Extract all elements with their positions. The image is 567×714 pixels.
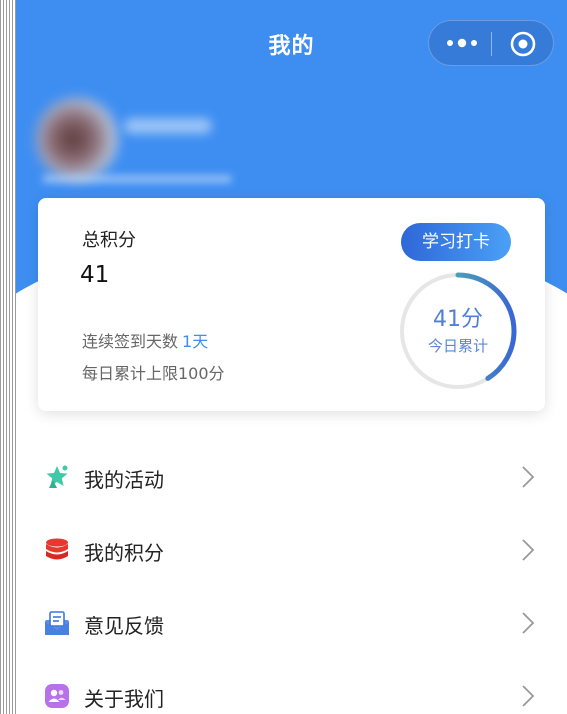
app-screen: 我的 总积分 41 连续签到天数 1天 每日累计上限100分 学习打卡 41分 … — [16, 0, 567, 714]
more-dots-icon[interactable] — [445, 34, 479, 52]
about-us-icon — [45, 684, 69, 708]
checkin-button[interactable]: 学习打卡 — [401, 223, 511, 261]
chevron-right-icon — [522, 612, 535, 634]
menu-item-my-activities[interactable]: 我的活动 — [16, 440, 567, 513]
total-points-value: 41 — [80, 262, 110, 288]
menu-item-label: 我的活动 — [84, 468, 164, 492]
menu-item-label: 关于我们 — [84, 687, 164, 711]
menu-item-label: 意见反馈 — [84, 614, 164, 638]
window-edge — [0, 0, 16, 714]
mini-program-capsule — [428, 20, 554, 66]
menu-item-label: 我的积分 — [84, 541, 164, 565]
user-id-redacted — [42, 175, 232, 183]
total-points-title: 总积分 — [82, 230, 136, 251]
points-card: 总积分 41 连续签到天数 1天 每日累计上限100分 学习打卡 41分 今日累计 — [38, 198, 545, 411]
feedback-mail-icon — [45, 611, 69, 635]
today-points-value: 41分 — [433, 307, 483, 332]
menu-item-about-us[interactable]: 关于我们 — [16, 659, 567, 714]
capsule-divider — [491, 32, 492, 56]
streak-label: 连续签到天数 — [82, 332, 179, 351]
chevron-right-icon — [522, 466, 535, 488]
chevron-right-icon — [522, 539, 535, 561]
today-points-label: 今日累计 — [427, 337, 488, 355]
checkin-streak: 连续签到天数 1天 — [82, 328, 208, 352]
menu-item-feedback[interactable]: 意见反馈 — [16, 586, 567, 659]
avatar[interactable] — [36, 98, 118, 180]
star-badge-icon — [46, 465, 68, 488]
daily-limit-text: 每日累计上限100分 — [82, 364, 225, 383]
menu-item-my-points[interactable]: 我的积分 — [16, 513, 567, 586]
nickname-redacted — [124, 118, 212, 134]
mini-program-close-icon[interactable] — [509, 30, 537, 58]
coin-stack-icon — [46, 538, 68, 560]
streak-days: 1天 — [182, 332, 209, 351]
chevron-right-icon — [522, 685, 535, 707]
